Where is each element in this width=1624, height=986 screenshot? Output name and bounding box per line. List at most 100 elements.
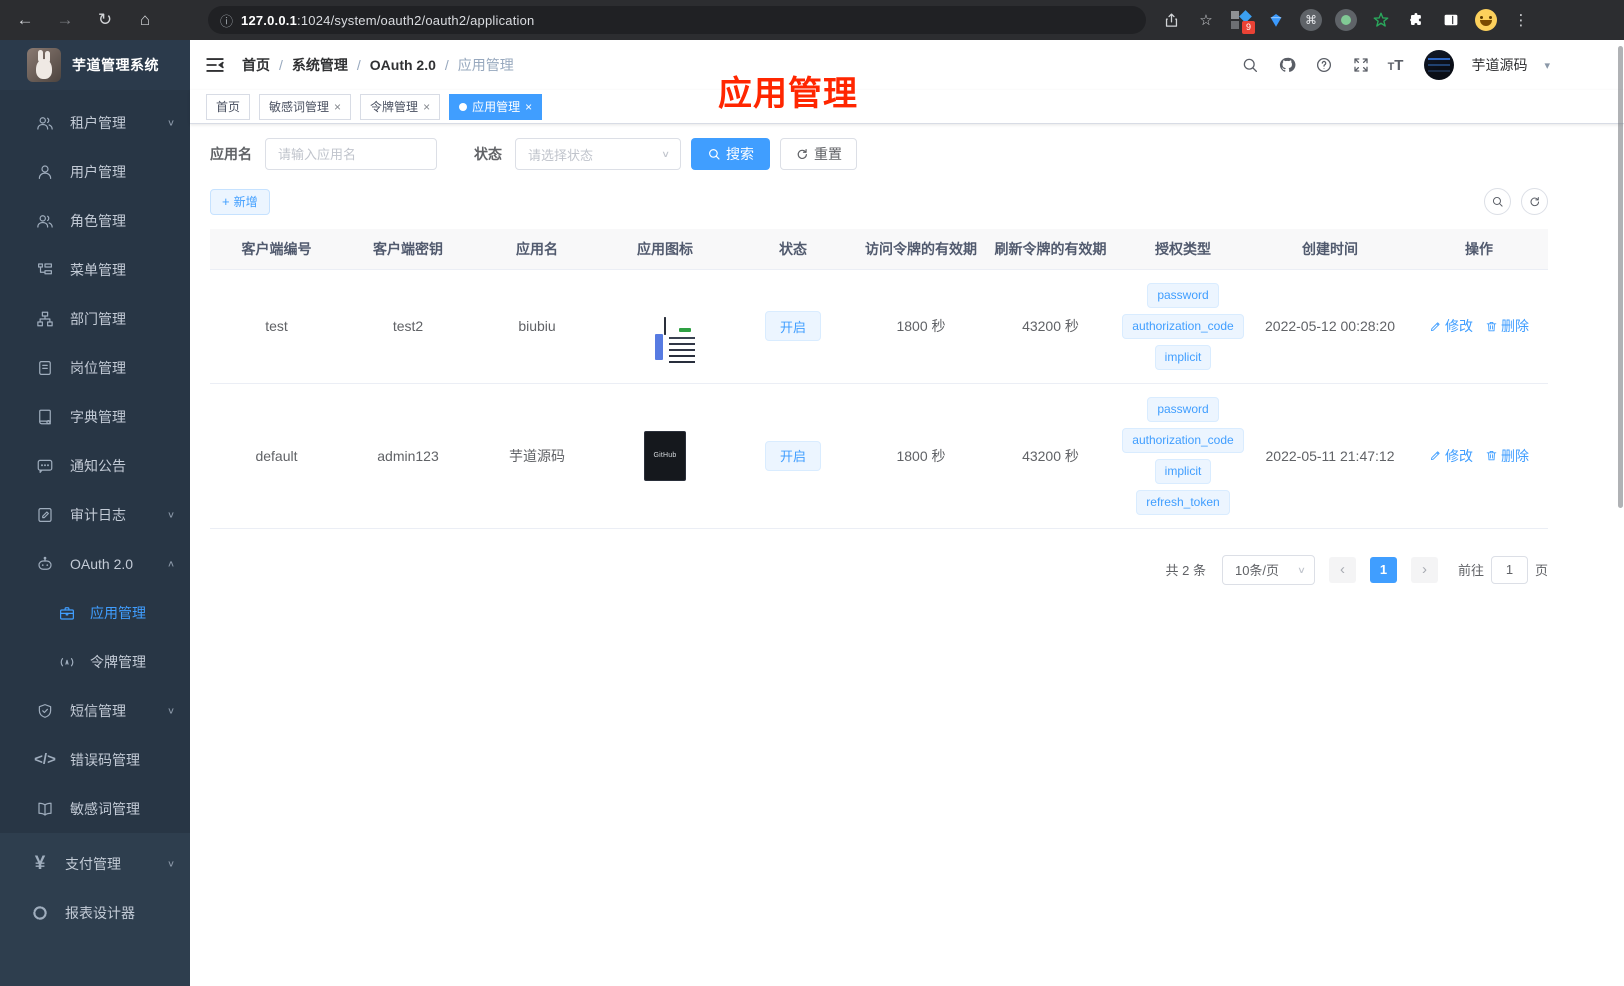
gem-extension-icon[interactable] [1265, 9, 1287, 31]
briefcase-icon [57, 603, 77, 623]
applications-table: 客户端编号 客户端密钥 应用名 应用图标 状态 访问令牌的有效期 刷新令牌的有效… [210, 229, 1548, 529]
close-icon[interactable]: × [423, 101, 430, 113]
address-bar[interactable]: ⓘ 127.0.0.1:1024/system/oauth2/oauth2/ap… [208, 6, 1146, 34]
browser-reload-icon[interactable]: ↻ [92, 7, 118, 33]
toolbar-search-button[interactable] [1484, 188, 1511, 215]
fullscreen-icon[interactable] [1351, 55, 1371, 75]
page-scrollbar[interactable] [1618, 46, 1623, 508]
edit-link[interactable]: 修改 [1429, 316, 1473, 336]
grant-tag: authorization_code [1122, 427, 1244, 453]
next-page-button[interactable]: › [1410, 556, 1438, 583]
profile-avatar-icon[interactable] [1475, 9, 1497, 31]
sidebar-item-notice[interactable]: 通知公告 [0, 441, 190, 490]
sidebar-menu: 租户管理 ∨ 用户管理 角色管理 菜单管理 部门管理 岗位管理 字典管理 通知公… [0, 90, 190, 833]
status-badge[interactable]: 开启 [764, 440, 821, 471]
sidebar-item-report-designer[interactable]: 报表设计器 [0, 888, 190, 937]
page-number-button[interactable]: 1 [1369, 556, 1397, 583]
id-badge-icon [35, 358, 55, 378]
sidebar-item-sms[interactable]: 短信管理 ∨ [0, 686, 190, 735]
sidebar-collapse-icon[interactable] [204, 54, 226, 76]
search-icon [1492, 196, 1503, 207]
browser-back-icon[interactable]: ← [12, 7, 38, 33]
command-extension-icon[interactable]: ⌘ [1300, 9, 1322, 31]
bookmark-star-icon[interactable]: ☆ [1195, 9, 1217, 31]
sidebar-item-user[interactable]: 用户管理 [0, 147, 190, 196]
cell-actions: 修改 删除 [1410, 383, 1548, 529]
tab-application[interactable]: 应用管理 × [449, 93, 543, 120]
site-info-icon[interactable]: ⓘ [220, 11, 233, 30]
breadcrumb-home[interactable]: 首页 [242, 55, 270, 75]
add-button[interactable]: + 新增 [210, 188, 270, 215]
chevron-down-icon: ∨ [166, 859, 175, 869]
search-icon[interactable] [1240, 55, 1260, 75]
sidebar-item-role[interactable]: 角色管理 [0, 196, 190, 245]
font-size-icon[interactable]: TT [1388, 57, 1404, 74]
menu-tree-icon [35, 260, 55, 280]
reset-button-label: 重置 [814, 146, 842, 162]
active-dot-icon [459, 102, 468, 111]
extension-badge-icon[interactable]: 9 [1230, 9, 1255, 34]
share-icon[interactable] [1160, 9, 1182, 31]
side-panel-icon[interactable] [1440, 9, 1462, 31]
sidebar-item-errcode[interactable]: </> 错误码管理 [0, 735, 190, 784]
app-name-input[interactable] [265, 138, 437, 170]
sidebar-item-oauth-token[interactable]: 令牌管理 [0, 637, 190, 686]
sidebar-item-menu[interactable]: 菜单管理 [0, 245, 190, 294]
sidebar-item-dict[interactable]: 字典管理 [0, 392, 190, 441]
toolbar-refresh-button[interactable] [1521, 188, 1548, 215]
browser-home-icon[interactable]: ⌂ [132, 7, 158, 33]
goto-page-input[interactable] [1490, 555, 1528, 584]
user-name[interactable]: 芋道源码 [1471, 55, 1527, 75]
sidebar-item-sensitive-word[interactable]: 敏感词管理 [0, 784, 190, 833]
browser-menu-icon[interactable]: ⋮ [1510, 9, 1532, 31]
search-button[interactable]: 搜索 [691, 138, 770, 170]
cell-access-ttl: 1800 秒 [857, 269, 985, 384]
tab-home[interactable]: 首页 [206, 93, 251, 120]
close-icon[interactable]: × [334, 101, 341, 113]
users-icon [35, 211, 55, 231]
delete-link[interactable]: 删除 [1485, 446, 1529, 466]
sidebar-item-pay[interactable]: ¥ 支付管理 ∨ [0, 839, 190, 888]
status-badge[interactable]: 开启 [764, 311, 821, 341]
record-extension-icon[interactable] [1335, 9, 1357, 31]
github-icon[interactable] [1277, 55, 1297, 75]
breadcrumb-oauth[interactable]: OAuth 2.0 [370, 57, 436, 73]
cell-client-id: test [210, 269, 343, 384]
sidebar-item-oauth-application[interactable]: 应用管理 [0, 588, 190, 637]
edit-pencil-icon [1430, 451, 1440, 461]
code-icon: </> [34, 751, 56, 768]
tab-token[interactable]: 令牌管理 × [360, 93, 441, 120]
sidebar-item-tenant[interactable]: 租户管理 ∨ [0, 98, 190, 147]
cell-app-icon: GitHub [601, 383, 729, 529]
search-button-label: 搜索 [726, 146, 754, 162]
sidebar-item-label: 部门管理 [70, 310, 126, 327]
col-created-at: 创建时间 [1250, 229, 1410, 270]
delete-link[interactable]: 删除 [1485, 316, 1529, 336]
extension-badge-count: 9 [1242, 21, 1255, 34]
breadcrumb-system[interactable]: 系统管理 [292, 55, 348, 75]
app-logo[interactable]: 芋道管理系统 [0, 40, 190, 90]
browser-forward-icon[interactable]: → [52, 7, 78, 33]
sidebar-item-label: 应用管理 [90, 604, 146, 621]
help-icon[interactable] [1314, 55, 1334, 75]
close-icon[interactable]: × [525, 101, 532, 113]
delete-label: 删除 [1501, 447, 1529, 464]
logo-rabbit-icon [27, 48, 61, 82]
user-caret-icon[interactable]: ▾ [1544, 59, 1550, 72]
grant-tag: implicit [1154, 458, 1212, 484]
user-avatar[interactable] [1424, 50, 1455, 80]
reset-button[interactable]: 重置 [780, 138, 857, 170]
chevron-down-icon: ∨ [166, 118, 175, 128]
status-select[interactable]: 请选择状态 ∨ [515, 138, 681, 170]
prev-page-button[interactable]: ‹ [1328, 556, 1356, 583]
tab-label: 应用管理 [472, 100, 521, 114]
green-star-extension-icon[interactable] [1370, 9, 1392, 31]
tab-sensitive-word[interactable]: 敏感词管理 × [259, 93, 352, 120]
sidebar-item-post[interactable]: 岗位管理 [0, 343, 190, 392]
page-size-select[interactable]: 10条/页 ∨ [1221, 554, 1315, 585]
sidebar-item-audit-log[interactable]: 审计日志 ∨ [0, 490, 190, 539]
sidebar-item-dept[interactable]: 部门管理 [0, 294, 190, 343]
extensions-puzzle-icon[interactable] [1405, 9, 1427, 31]
sidebar-item-oauth[interactable]: OAuth 2.0 ∧ [0, 539, 190, 588]
edit-link[interactable]: 修改 [1429, 446, 1473, 466]
